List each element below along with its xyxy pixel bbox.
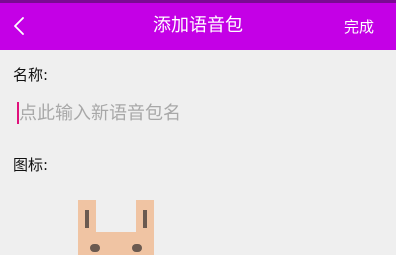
page-title: 添加语音包	[153, 15, 243, 36]
text-caret	[17, 102, 19, 124]
voice-pack-icon[interactable]	[74, 194, 158, 255]
done-button[interactable]: 完成	[344, 18, 374, 36]
icon-label: 图标:	[13, 156, 49, 174]
voice-pack-name-input[interactable]	[13, 96, 389, 130]
name-label: 名称:	[13, 66, 49, 84]
app-header: 添加语音包 完成	[0, 3, 396, 50]
